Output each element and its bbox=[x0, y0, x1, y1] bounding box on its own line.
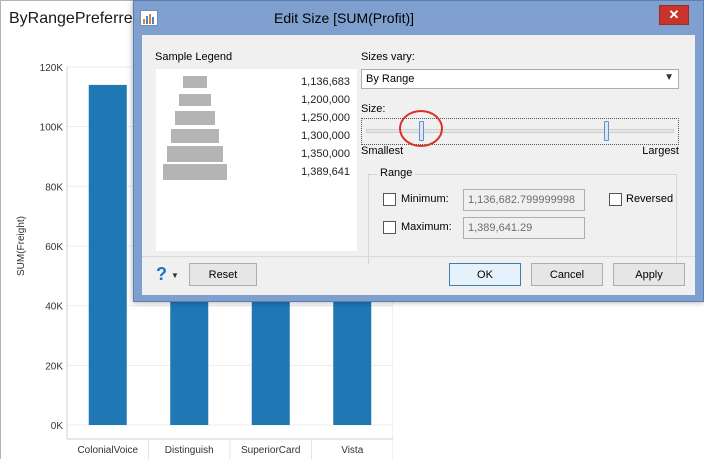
y-tick-label: 40K bbox=[45, 302, 63, 313]
range-title: Range bbox=[377, 167, 416, 179]
legend-size-swatch bbox=[167, 146, 223, 162]
close-icon: ✕ bbox=[668, 7, 680, 22]
legend-value: 1,250,000 bbox=[301, 112, 350, 124]
legend-size-swatch bbox=[179, 93, 211, 107]
range-group: Range Minimum: 1,136,682.799999998 Rever… bbox=[368, 167, 677, 264]
y-tick-label: 100K bbox=[40, 123, 64, 134]
footer-divider bbox=[142, 256, 695, 257]
legend-size-swatch bbox=[163, 164, 227, 180]
slider-max-thumb[interactable] bbox=[604, 121, 610, 141]
y-tick-label: 0K bbox=[51, 421, 64, 432]
cancel-button[interactable]: Cancel bbox=[531, 263, 603, 286]
sizes-vary-select[interactable]: By Range ▼ bbox=[361, 69, 679, 89]
edit-size-dialog: Edit Size [SUM(Profit)] ✕ Sample Legend … bbox=[133, 0, 704, 302]
dialog-body: Sample Legend 1,136,683 1,200,000 1,250,00… bbox=[142, 35, 695, 295]
empty-pane bbox=[393, 301, 704, 459]
reset-button[interactable]: Reset bbox=[189, 263, 257, 286]
sample-legend-label: Sample Legend bbox=[155, 51, 233, 63]
dialog-titlebar[interactable]: Edit Size [SUM(Profit)] ✕ bbox=[134, 1, 703, 35]
x-tick-label: ColonialVoice bbox=[77, 445, 138, 456]
chevron-down-icon: ▼ bbox=[664, 72, 674, 83]
y-tick-label: 20K bbox=[45, 361, 63, 372]
minimum-label: Minimum: bbox=[401, 193, 449, 205]
size-label: Size: bbox=[361, 103, 386, 115]
maximum-label: Maximum: bbox=[401, 221, 452, 233]
y-tick-label: 120K bbox=[40, 63, 64, 74]
y-tick-label: 60K bbox=[45, 242, 63, 253]
apply-button[interactable]: Apply bbox=[613, 263, 685, 286]
legend-size-swatch bbox=[175, 111, 215, 125]
bar-distinguish bbox=[170, 293, 209, 425]
minimum-value: 1,136,682.799999998 bbox=[468, 194, 576, 206]
x-tick-label: SuperiorCard bbox=[241, 445, 300, 456]
bar-superiorcard bbox=[251, 293, 290, 425]
minimum-checkbox[interactable] bbox=[383, 193, 396, 206]
legend-value: 1,300,000 bbox=[301, 130, 350, 142]
minimum-input[interactable]: 1,136,682.799999998 bbox=[463, 189, 585, 211]
reversed-checkbox[interactable] bbox=[609, 193, 622, 206]
legend-value: 1,136,683 bbox=[301, 76, 350, 88]
legend-value: 1,200,000 bbox=[301, 94, 350, 106]
smallest-label: Smallest bbox=[361, 145, 404, 157]
sizes-vary-value: By Range bbox=[366, 73, 415, 85]
y-tick-label: 80K bbox=[45, 182, 63, 193]
bar-vista bbox=[333, 293, 372, 425]
legend-size-swatch bbox=[183, 76, 207, 88]
bar-colonialvoice bbox=[88, 84, 127, 426]
dialog-title: Edit Size [SUM(Profit)] bbox=[273, 10, 415, 26]
annotation-circle bbox=[399, 110, 443, 147]
largest-label: Largest bbox=[642, 145, 679, 157]
help-icon[interactable]: ? bbox=[156, 264, 167, 285]
help-dropdown-icon[interactable]: ▼ bbox=[171, 271, 179, 280]
sample-legend: 1,136,683 1,200,000 1,250,000 1,300,000 1,35… bbox=[156, 69, 357, 251]
legend-size-swatch bbox=[171, 128, 219, 144]
reversed-label: Reversed bbox=[626, 193, 674, 205]
legend-value: 1,389,641 bbox=[301, 166, 350, 178]
legend-value: 1,350,000 bbox=[301, 148, 350, 160]
sizes-vary-label: Sizes vary: bbox=[361, 51, 415, 63]
x-tick-label: Vista bbox=[341, 445, 363, 456]
maximum-input[interactable]: 1,389,641.29 bbox=[463, 217, 585, 239]
maximum-checkbox[interactable] bbox=[383, 221, 396, 234]
maximum-value: 1,389,641.29 bbox=[468, 222, 533, 234]
sheet-title: ByRangePreferre bbox=[9, 10, 133, 27]
close-button[interactable]: ✕ bbox=[659, 5, 689, 25]
x-tick-label: Distinguish bbox=[165, 445, 214, 456]
ok-button[interactable]: OK bbox=[449, 263, 521, 286]
y-axis-label: SUM(Freight) bbox=[16, 216, 27, 276]
